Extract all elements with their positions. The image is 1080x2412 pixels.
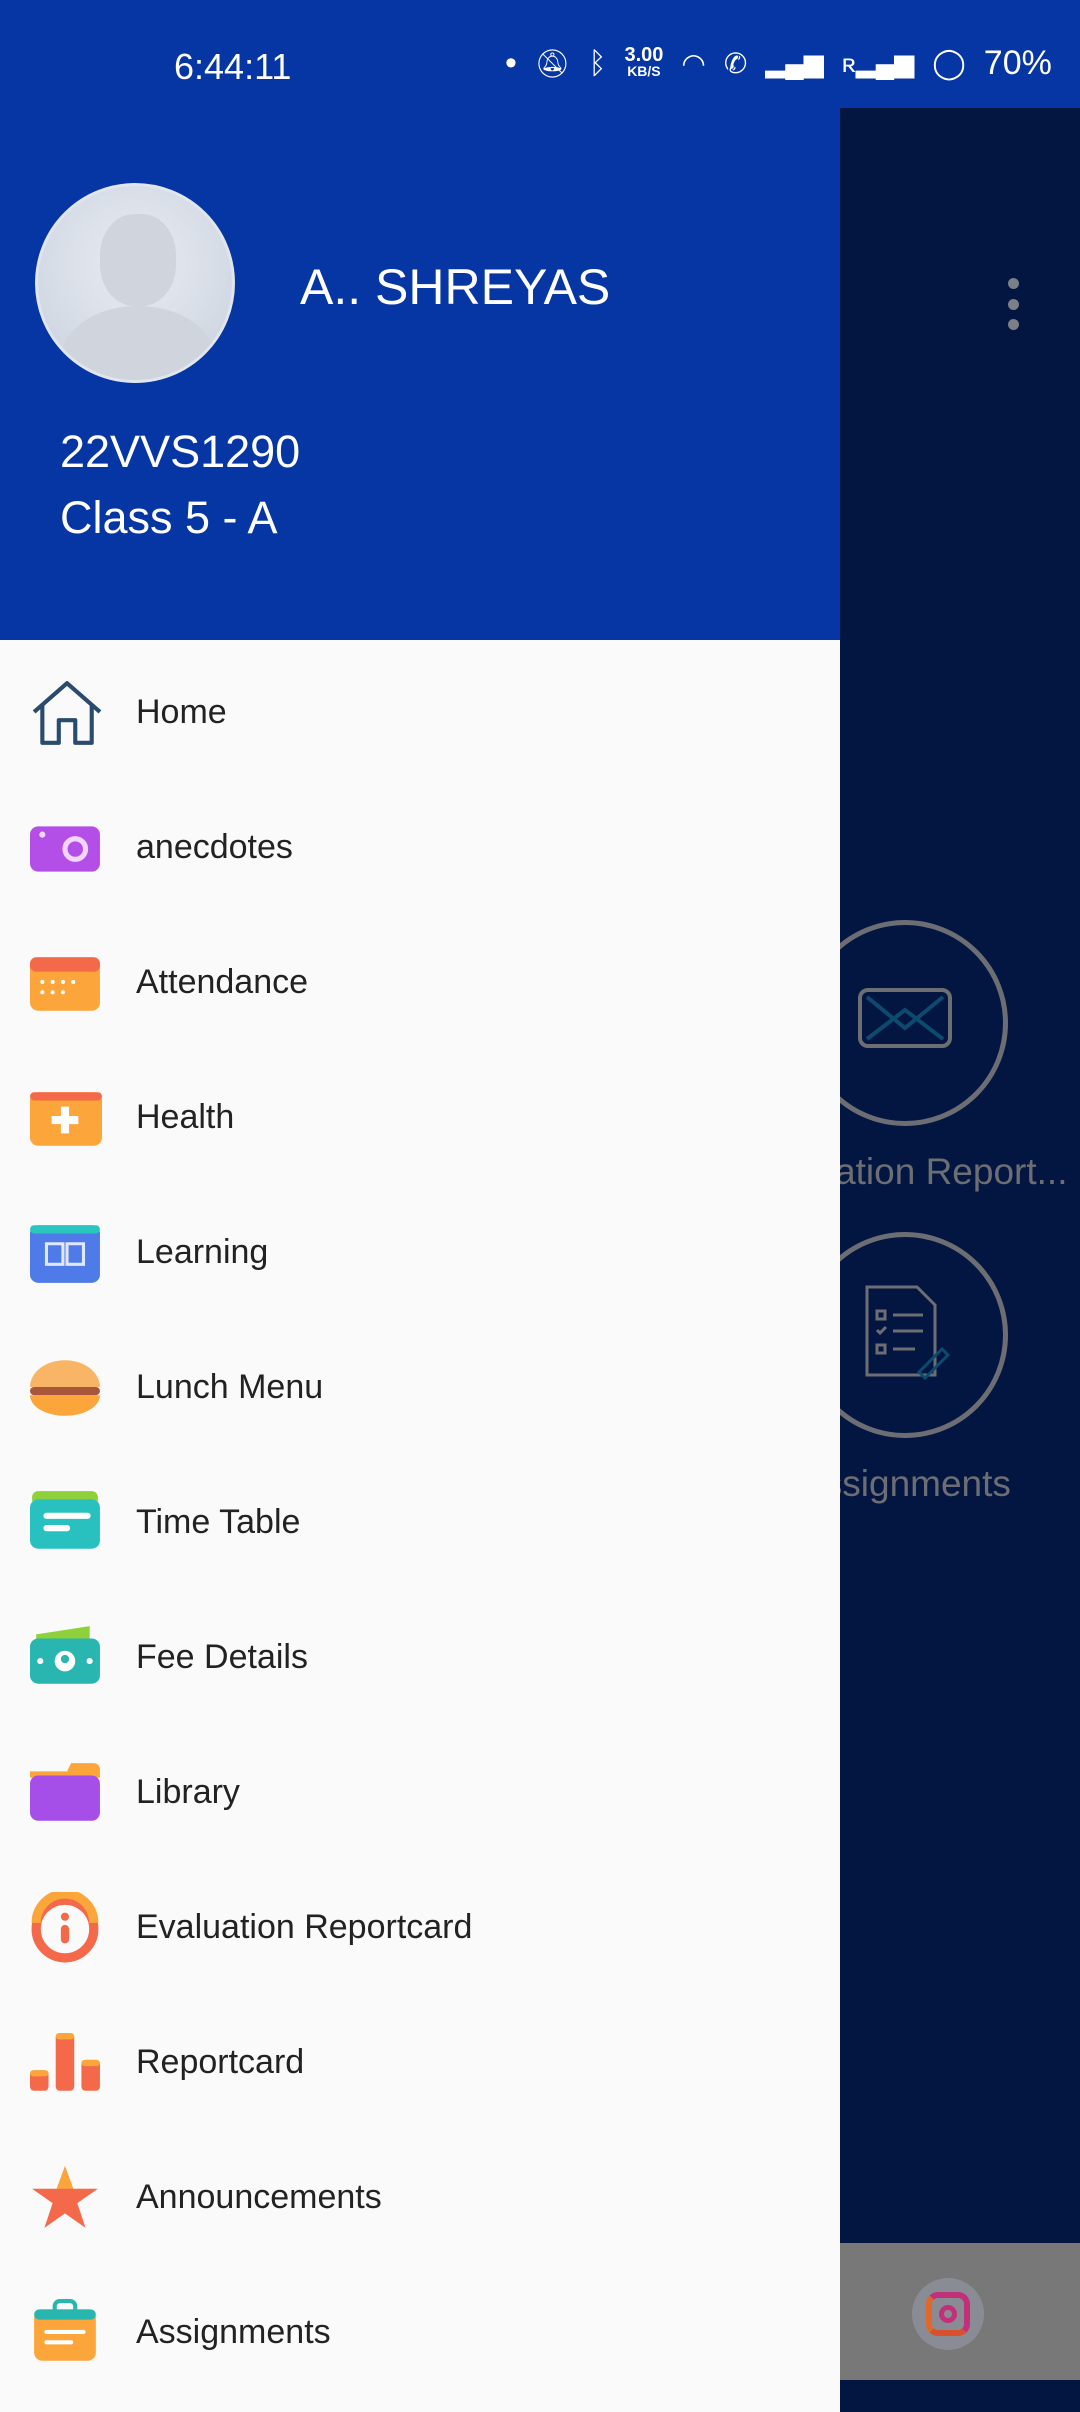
info-icon [31,1892,99,1963]
drawer-item-label: Time Table [136,1503,301,1541]
user-name: A.. SHREYAS [300,259,611,315]
drawer-item-attendance[interactable]: Attendance [0,915,840,1050]
drawer-item-announcements[interactable]: Announcements [0,2130,840,2265]
timetable-icon [30,1491,100,1549]
home-icon [32,681,102,745]
drawer-item-fee-details[interactable]: Fee Details [0,1590,840,1725]
status-bar: 6:44:11 • 🔕︎ ᛒ 3.00 KB/S ◠ ✆ ▂▄▆ ʀ▂▄▆ ◯ 7… [0,0,1080,108]
drawer-item-assignments[interactable]: Assignments [0,2265,840,2400]
drawer-item-label: Announcements [136,2178,382,2216]
book-icon [30,1225,100,1283]
avatar[interactable] [35,183,235,383]
star-icon [32,2166,98,2228]
burger-icon [30,1360,100,1416]
drawer-item-time-table[interactable]: Time Table [0,1455,840,1590]
camera-icon [30,826,100,872]
battery-icon: ◯ [932,47,966,80]
clock: 6:44:11 [174,46,292,87]
drawer-item-label: Assignments [136,2313,331,2351]
status-icons: • 🔕︎ ᛒ 3.00 KB/S ◠ ✆ ▂▄▆ ʀ▂▄▆ ◯ 70% [505,44,1052,83]
signal-icon: ▂▄▆ [765,48,824,78]
mute-icon: 🔕︎ [534,48,571,79]
folder-icon [30,1763,100,1821]
more-options-icon[interactable] [1005,278,1021,330]
bar-chart-icon [30,2033,100,2091]
bluetooth-icon: ᛒ [588,46,607,80]
drawer-item-label: anecdotes [136,828,293,866]
speed-unit: KB/S [627,63,661,79]
instagram-icon[interactable] [912,2278,984,2350]
clipboard-icon [34,2299,96,2361]
drawer-item-label: Learning [136,1233,269,1271]
drawer-item-label: Library [136,1773,240,1811]
drawer-item-label: Health [136,1098,235,1136]
drawer-item-label: Fee Details [136,1638,308,1676]
money-icon [30,1626,100,1684]
drawer-item-label: Attendance [136,963,309,1001]
dot-icon: • [505,44,517,82]
signal-roaming-icon: ʀ▂▄▆ [841,48,915,78]
drawer-item-library[interactable]: Library [0,1725,840,1860]
drawer-item-label: Home [136,693,227,731]
first-aid-icon [30,1092,102,1146]
navigation-drawer: A.. SHREYAS 22VVS1290 Class 5 - A Home an… [0,0,840,2412]
wifi-icon: ◠ [681,48,706,79]
drawer-item-reportcard[interactable]: Reportcard [0,1995,840,2130]
calendar-icon [30,957,100,1011]
footer-bar [840,2243,1080,2380]
user-id: 22VVS1290 [60,426,301,477]
wifi-call-icon: ✆ [723,48,748,79]
drawer-item-home[interactable]: Home [0,645,840,780]
drawer-item-label: Evaluation Reportcard [136,1908,473,1946]
drawer-header: A.. SHREYAS 22VVS1290 Class 5 - A [0,108,840,640]
drawer-item-label: Lunch Menu [136,1368,324,1406]
network-speed: 3.00 KB/S [624,45,663,79]
drawer-item-label: Reportcard [136,2043,305,2081]
drawer-item-learning[interactable]: Learning [0,1185,840,1320]
drawer-item-lunch-menu[interactable]: Lunch Menu [0,1320,840,1455]
drawer-item-evaluation-reportcard[interactable]: Evaluation Reportcard [0,1860,840,1995]
user-class: Class 5 - A [60,492,278,543]
battery-level: 70% [983,44,1052,82]
drawer-item-health[interactable]: Health [0,1050,840,1185]
drawer-item-anecdotes[interactable]: anecdotes [0,780,840,915]
